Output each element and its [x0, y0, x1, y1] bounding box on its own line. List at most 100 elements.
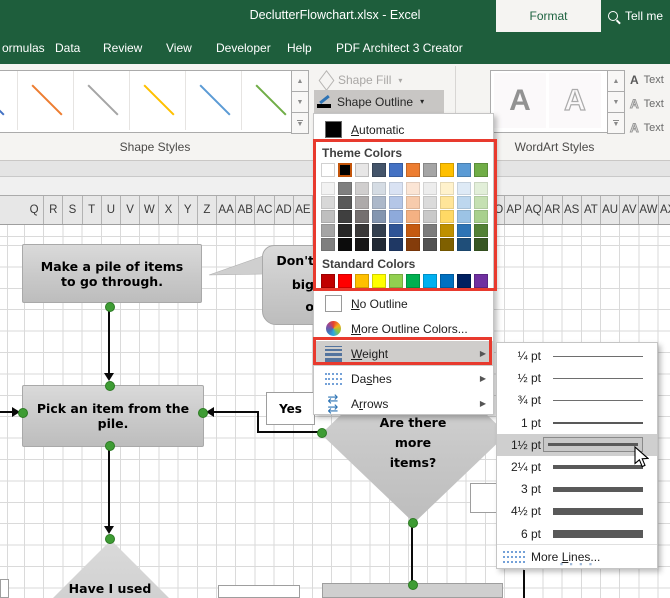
tab-format[interactable]: Format [496, 0, 601, 32]
weight-option-3[interactable]: ¾ pt [497, 389, 657, 411]
connection-point[interactable] [317, 428, 327, 438]
shape-styles-gallery[interactable] [0, 70, 309, 133]
tab-data[interactable]: Data [55, 32, 80, 64]
connector-line[interactable] [523, 570, 525, 598]
gallery-more-icon[interactable]: ▼ [291, 113, 309, 134]
menu-item-dashes[interactable]: Dashes▶ [314, 366, 493, 391]
partial-shape [470, 483, 497, 513]
mouse-cursor [633, 446, 649, 468]
connector-line[interactable] [257, 411, 259, 433]
column-header-AE[interactable]: AE [294, 196, 313, 224]
shape-styles-group-label: Shape Styles [0, 140, 310, 154]
tab-help[interactable]: Help [287, 32, 312, 64]
weight-option-2[interactable]: ½ pt [497, 367, 657, 389]
connector-line[interactable] [257, 431, 322, 433]
column-header-AU[interactable]: AU [601, 196, 620, 224]
weight-option-8[interactable]: 4½ pt [497, 500, 657, 522]
wordart-scroll-up-icon[interactable]: ▲ [607, 70, 625, 92]
wordart-scroll-column: ▲ ▼ ▼ [607, 70, 625, 134]
shape-style-thumb[interactable] [0, 71, 16, 130]
menu-item-arrows[interactable]: ⇄⇄Arrows▶ [314, 391, 493, 416]
dashed-lines-icon [325, 373, 342, 385]
connector-line[interactable] [411, 523, 413, 584]
column-header-AV[interactable]: AV [620, 196, 639, 224]
weight-option-1[interactable]: ¼ pt [497, 345, 657, 367]
weight-line-sample [543, 437, 643, 452]
flowchart-yes-label[interactable]: Yes [266, 392, 315, 425]
column-header-AC[interactable]: AC [255, 196, 274, 224]
column-header-T[interactable]: T [83, 196, 102, 224]
wordart-style-thumb[interactable]: A [549, 73, 601, 128]
connection-point[interactable] [408, 580, 418, 590]
column-header-AR[interactable]: AR [543, 196, 562, 224]
partial-shape [218, 585, 300, 598]
tell-me-box[interactable]: Tell me [608, 0, 663, 32]
style-line-preview [143, 84, 174, 115]
wordart-styles-gallery[interactable]: A A [490, 70, 610, 133]
column-header-AD[interactable]: AD [275, 196, 294, 224]
column-header-Z[interactable]: Z [198, 196, 217, 224]
weight-option-7[interactable]: 3 pt [497, 478, 657, 500]
text-effects-button[interactable]: A Text [630, 119, 664, 137]
connection-point[interactable] [105, 534, 115, 544]
connection-point[interactable] [105, 441, 115, 451]
gallery-scroll-up-icon[interactable]: ▲ [291, 70, 309, 92]
text-fill-button[interactable]: A Text [630, 71, 664, 89]
wordart-style-thumb[interactable]: A [494, 73, 546, 128]
column-header-AP[interactable]: AP [505, 196, 524, 224]
connection-point[interactable] [18, 408, 28, 418]
column-header-Q[interactable]: Q [25, 196, 44, 224]
gallery-scroll-column: ▲ ▼ ▼ [291, 70, 309, 134]
flowchart-box-make-pile[interactable]: Make a pile of items to go through. [22, 244, 202, 303]
weight-option-4[interactable]: 1 pt [497, 412, 657, 434]
text-outline-button[interactable]: A Text [630, 95, 664, 113]
no-outline-swatch-icon [325, 295, 342, 312]
shape-style-thumb[interactable] [73, 71, 130, 130]
column-header-AB[interactable]: AB [236, 196, 255, 224]
column-header-R[interactable]: R [44, 196, 63, 224]
weight-option-9[interactable]: 6 pt [497, 523, 657, 545]
weight-option-label: 3 pt [497, 482, 541, 496]
wordart-more-icon[interactable]: ▼ [607, 113, 625, 134]
column-header-AX[interactable]: AX [659, 196, 670, 224]
column-header-AQ[interactable]: AQ [524, 196, 543, 224]
tab-ormulas[interactable]: ormulas [2, 32, 45, 64]
tab-developer[interactable]: Developer [216, 32, 271, 64]
excel-window: DeclutterFlowchart.xlsx - Excel Drawing … [0, 0, 670, 598]
gallery-scroll-down-icon[interactable]: ▼ [291, 92, 309, 113]
shape-style-thumb[interactable] [129, 71, 186, 130]
column-header-AT[interactable]: AT [582, 196, 601, 224]
shape-fill-button[interactable]: Shape Fill ▾ [316, 70, 442, 90]
connector-line[interactable] [108, 307, 110, 373]
tab-review[interactable]: Review [103, 32, 142, 64]
tab-pdf-architect-3-creator[interactable]: PDF Architect 3 Creator [336, 32, 463, 64]
column-header-X[interactable]: X [159, 196, 178, 224]
shape-style-thumb[interactable] [241, 71, 298, 130]
ribbon-tab-row: ormulas Data Review View Developer Help PDF Ar… [0, 32, 670, 64]
arrowhead-down [104, 526, 114, 534]
column-header-S[interactable]: S [63, 196, 82, 224]
tab-view[interactable]: View [166, 32, 192, 64]
connection-point[interactable] [408, 518, 418, 528]
column-header-AA[interactable]: AA [217, 196, 236, 224]
column-header-AS[interactable]: AS [563, 196, 582, 224]
connection-point[interactable] [105, 302, 115, 312]
connection-point[interactable] [198, 408, 208, 418]
column-header-Y[interactable]: Y [179, 196, 198, 224]
shape-outline-button[interactable]: Shape Outline ▾ [314, 90, 444, 113]
double-arrow-icon: ⇄⇄ [328, 394, 339, 414]
wordart-scroll-down-icon[interactable]: ▼ [607, 92, 625, 113]
connector-line[interactable] [108, 445, 110, 526]
menu-item-no-outline[interactable]: No Outline [314, 291, 493, 316]
column-header-AW[interactable]: AW [639, 196, 658, 224]
column-header-V[interactable]: V [121, 196, 140, 224]
style-line-preview [31, 84, 62, 115]
column-header-W[interactable]: W [140, 196, 159, 224]
column-header-U[interactable]: U [102, 196, 121, 224]
flowchart-box-pick-item[interactable]: Pick an item from the pile. [22, 385, 204, 447]
shape-style-thumb[interactable] [185, 71, 242, 130]
shape-style-thumb[interactable] [17, 71, 74, 130]
connection-point[interactable] [105, 381, 115, 391]
menu-resize-grip[interactable]: ▪ ▪ ▪ ▪ [497, 561, 657, 567]
connector-line[interactable] [213, 411, 259, 413]
